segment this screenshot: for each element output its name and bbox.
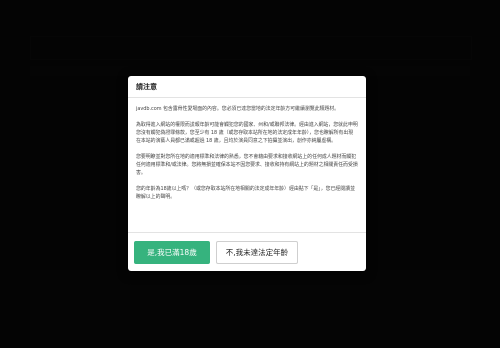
disclaimer-paragraph: 您要明瞭並對您所在地的適用標準和法律的熟悉，您不會藉由要求和接收網站上的任何成人… xyxy=(136,154,358,176)
disclaimer-paragraph: javdb.com 包含露骨性愛場面的內容。您必須已達您當地的法定年齡方可繼續瀏… xyxy=(136,106,340,112)
dialog-body: javdb.com 包含露骨性愛場面的內容。您必須已達您當地的法定年齡方可繼續瀏… xyxy=(136,105,358,209)
disclaimer-paragraph: 為取得進入網站的權限而謊報年齡可能會觸犯您的國家、州和/或聯邦法律。經由進入網站… xyxy=(136,122,358,144)
age-verification-dialog: 請注意 javdb.com 包含露骨性愛場面的內容。您必須已達您當地的法定年齡方… xyxy=(128,76,366,271)
confirm-age-button[interactable]: 是,我已滿18歲 xyxy=(134,240,210,264)
dialog-footer: 是,我已滿18歲 不,我未達法定年齡 xyxy=(128,232,366,271)
dialog-title: 請注意 xyxy=(136,82,157,91)
dialog-header: 請注意 xyxy=(128,76,366,98)
age-question: 您的年齡為18歲以上嗎？（或您存取本站所在地相關的法定成年年齡）經由點下「是」，… xyxy=(136,186,355,200)
deny-age-button[interactable]: 不,我未達法定年齡 xyxy=(216,240,298,264)
